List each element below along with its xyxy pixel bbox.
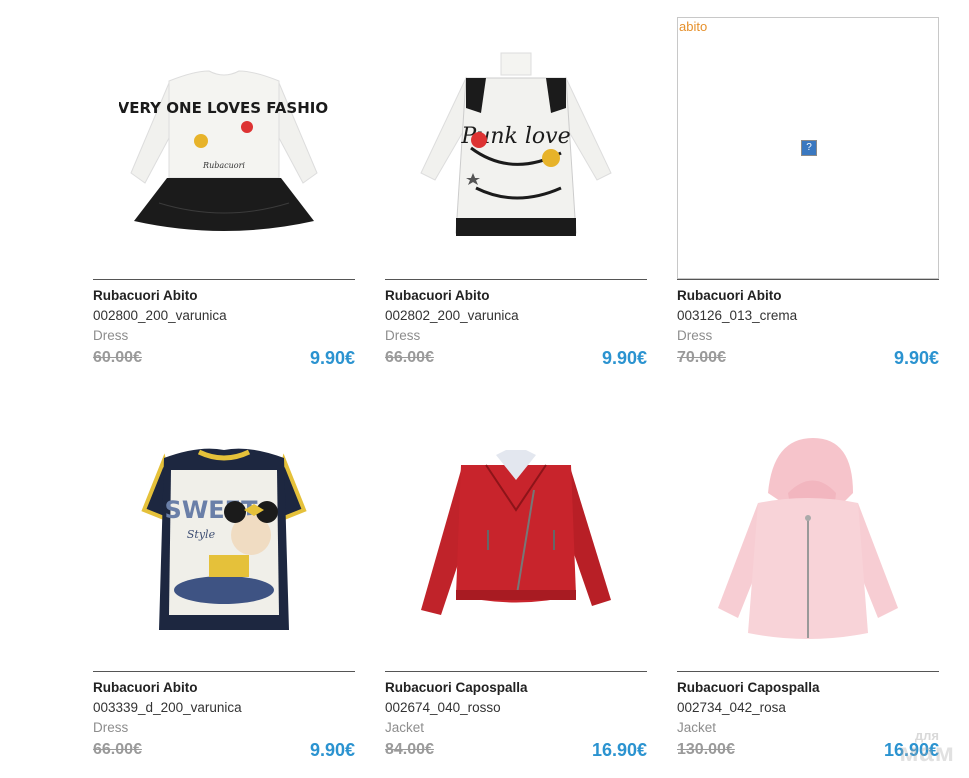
divider — [385, 671, 647, 672]
product-category: Jacket — [385, 720, 425, 735]
divider — [677, 279, 939, 280]
product-card[interactable]: Rubacuori Capospalla 002674_040_rosso Ja… — [385, 392, 647, 778]
product-category: Dress — [677, 328, 713, 343]
product-image[interactable]: Punk love — [385, 17, 647, 279]
product-code: 002674_040_rosso — [385, 700, 501, 715]
image-alt-text: abito — [679, 19, 708, 34]
product-title[interactable]: Rubacuori Capospalla — [385, 680, 528, 695]
sale-price: 16.90€ — [591, 740, 647, 760]
product-category: Jacket — [677, 720, 717, 735]
product-image[interactable]: EVERY ONE LOVES FASHION Rubacuori — [93, 17, 355, 279]
product-image[interactable] — [385, 409, 647, 671]
print-text: EVERY ONE LOVES FASHION — [119, 99, 329, 117]
original-price: 66.00€ — [93, 741, 142, 758]
product-card[interactable]: Punk love Rubacuori Abito 002802_200_var… — [385, 0, 647, 392]
product-code: 003339_d_200_varunica — [93, 700, 242, 715]
broken-image-icon: ? — [801, 140, 817, 156]
product-title[interactable]: Rubacuori Capospalla — [677, 680, 820, 695]
watermark-logo: мам — [899, 737, 955, 767]
product-title[interactable]: Rubacuori Abito — [93, 288, 198, 303]
product-category: Dress — [385, 328, 421, 343]
product-code: 002734_042_rosa — [677, 700, 786, 715]
original-price: 130.00€ — [677, 741, 735, 758]
product-title[interactable]: Rubacuori Abito — [385, 288, 490, 303]
product-category: Dress — [93, 720, 129, 735]
product-category: Dress — [93, 328, 129, 343]
divider — [93, 671, 355, 672]
sale-price: 9.90€ — [893, 348, 939, 368]
product-card[interactable]: SWEET Style Rubacuori Abito 003339_d_200… — [93, 392, 355, 778]
sale-price: 9.90€ — [601, 348, 647, 368]
product-title[interactable]: Rubacuori Abito — [677, 288, 782, 303]
product-code: 002800_200_varunica — [93, 308, 227, 323]
original-price: 60.00€ — [93, 349, 142, 366]
product-image-broken[interactable]: abito ? — [677, 17, 939, 279]
original-price: 70.00€ — [677, 349, 726, 366]
original-price: 66.00€ — [385, 349, 434, 366]
print-subtext: Style — [187, 528, 216, 541]
divider — [93, 279, 355, 280]
product-card[interactable]: Rubacuori Capospalla 002734_042_rosa Jac… — [677, 392, 939, 778]
sale-price: 9.90€ — [309, 740, 355, 760]
divider — [385, 279, 647, 280]
print-subtext: Rubacuori — [202, 161, 245, 170]
product-image[interactable]: SWEET Style — [93, 409, 355, 671]
product-card[interactable]: EVERY ONE LOVES FASHION Rubacuori Rubacu… — [93, 0, 355, 392]
original-price: 84.00€ — [385, 741, 434, 758]
product-title[interactable]: Rubacuori Abito — [93, 680, 198, 695]
product-code: 003126_013_crema — [677, 308, 798, 323]
product-card[interactable]: abito ? Rubacuori Abito 003126_013_crema… — [677, 0, 939, 392]
product-image[interactable] — [677, 409, 939, 671]
product-grid: EVERY ONE LOVES FASHION Rubacuori Rubacu… — [93, 0, 941, 778]
sale-price: 9.90€ — [309, 348, 355, 368]
divider — [677, 671, 939, 672]
product-code: 002802_200_varunica — [385, 308, 519, 323]
